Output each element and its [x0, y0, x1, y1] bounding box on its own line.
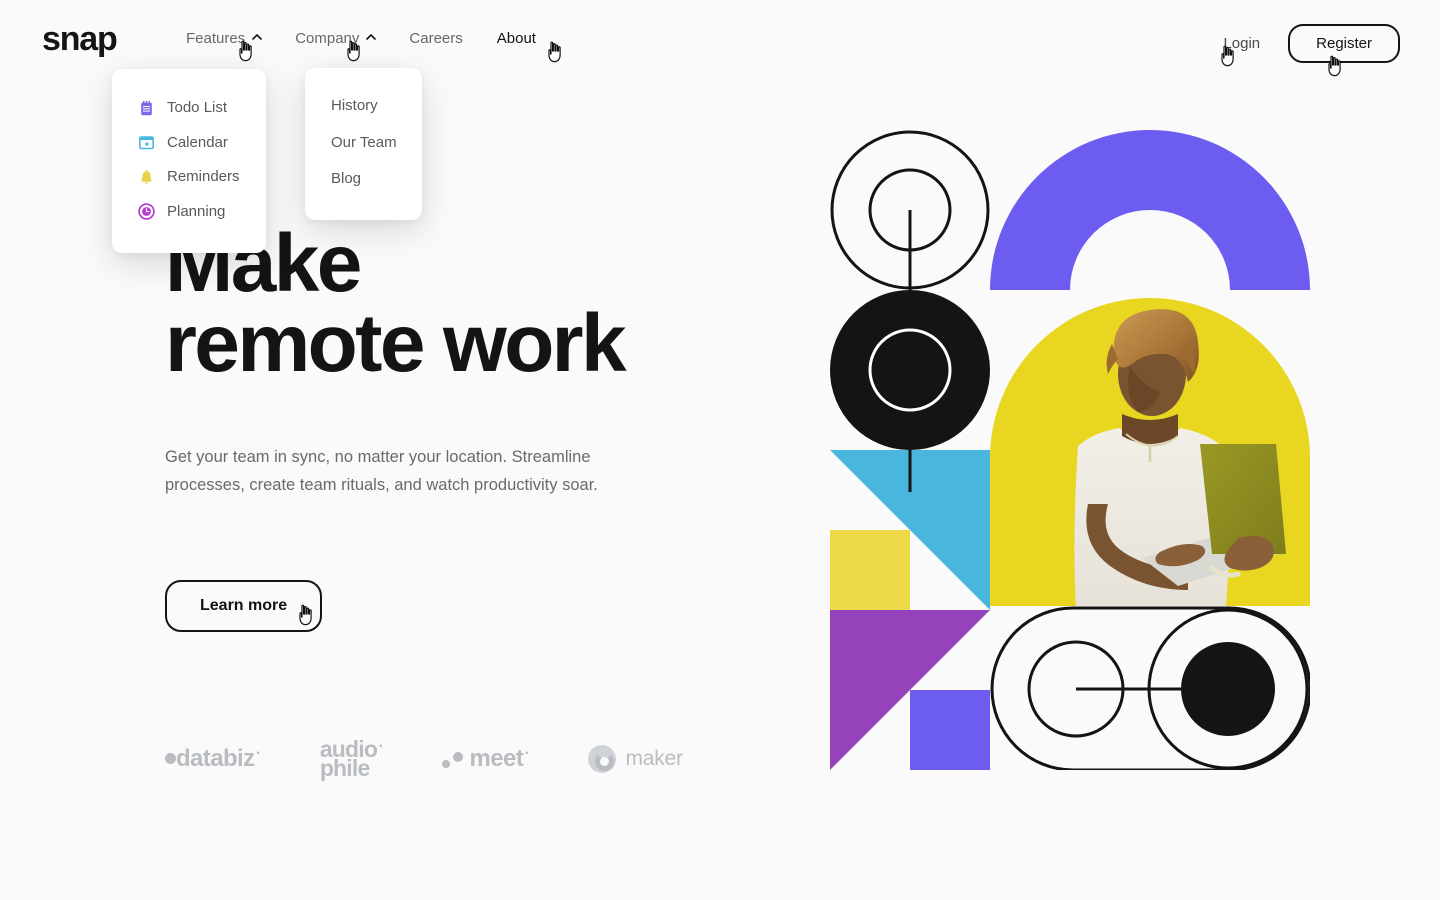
- menu-item-reminders[interactable]: Reminders: [112, 160, 266, 195]
- nav-item-about[interactable]: About: [497, 31, 536, 46]
- hero-description: Get your team in sync, no matter your lo…: [165, 448, 598, 494]
- main-navigation: Features Company Careers About: [186, 31, 570, 46]
- nav-item-features[interactable]: Features: [186, 30, 263, 47]
- chevron-up-icon: [366, 33, 377, 42]
- hero-title-line-2: remote work: [165, 298, 627, 390]
- client-logo-meet: meet ·: [442, 739, 530, 773]
- nav-label-features: Features: [186, 30, 246, 47]
- clock-icon: [138, 203, 155, 221]
- databiz-accent-icon: ·: [254, 738, 262, 764]
- client-label-maker: maker: [625, 746, 683, 770]
- brand-logo[interactable]: snap: [42, 22, 118, 56]
- black-filled-circle: [830, 290, 990, 450]
- maker-mark-icon: [588, 744, 617, 773]
- meet-dots-icon: [442, 749, 466, 769]
- nav-label-company: Company: [295, 30, 360, 47]
- chevron-up-icon: [252, 33, 263, 42]
- menu-label-todo-list: Todo List: [167, 99, 228, 116]
- client-logo-maker: maker: [588, 744, 683, 773]
- client-label-meet: meet: [469, 744, 524, 772]
- menu-item-history[interactable]: History: [305, 88, 422, 125]
- features-dropdown-menu: Todo List Calendar Reminders Planning: [112, 69, 266, 253]
- yellow-square-shape: [830, 530, 910, 610]
- company-dropdown-menu: History Our Team Blog: [305, 68, 422, 220]
- client-label-databiz: databiz: [176, 744, 255, 772]
- bell-icon: [138, 169, 155, 186]
- nav-item-company[interactable]: Company: [295, 30, 377, 47]
- menu-item-our-team[interactable]: Our Team: [305, 125, 422, 162]
- login-button[interactable]: Login: [1213, 29, 1270, 58]
- nav-label-about: About: [496, 30, 536, 47]
- client-label-audiophile-bottom: phile: [319, 754, 370, 781]
- calendar-icon: [138, 134, 155, 151]
- register-button[interactable]: Register: [1288, 24, 1400, 63]
- stadium-outline-shape: [990, 606, 1310, 770]
- client-logo-audiophile: audio phile ·: [319, 732, 385, 781]
- hero-artwork-svg: [830, 130, 1310, 770]
- purple-arch-shape: [990, 130, 1310, 290]
- hero-artwork: [830, 128, 1310, 770]
- landing-page: snap Features Company Careers About Logi…: [0, 0, 1440, 900]
- nav-item-careers[interactable]: Careers: [409, 31, 462, 46]
- person-photo: [990, 298, 1310, 606]
- menu-label-calendar: Calendar: [167, 133, 228, 151]
- auth-actions: Login Register: [1213, 24, 1400, 63]
- menu-label-blog: Blog: [331, 170, 362, 187]
- audiophile-accent-icon: ·: [377, 731, 385, 757]
- client-logo-databiz: databiz ·: [165, 739, 262, 773]
- menu-item-blog[interactable]: Blog: [305, 161, 422, 198]
- nav-label-careers: Careers: [409, 30, 463, 47]
- databiz-dot-icon: [165, 753, 176, 765]
- menu-label-planning: Planning: [167, 202, 226, 220]
- menu-label-history: History: [331, 97, 378, 114]
- todo-list-icon: [138, 100, 155, 117]
- client-logo-list: databiz · audio phile · meet · maker: [165, 732, 683, 781]
- menu-item-planning[interactable]: Planning: [112, 195, 266, 230]
- menu-item-calendar[interactable]: Calendar: [112, 126, 266, 161]
- menu-item-todo-list[interactable]: Todo List: [112, 91, 266, 126]
- menu-label-our-team: Our Team: [331, 133, 397, 151]
- learn-more-button[interactable]: Learn more: [165, 580, 323, 632]
- meet-accent-icon: ·: [523, 738, 531, 764]
- blue-square-shape: [910, 690, 990, 770]
- menu-label-reminders: Reminders: [167, 168, 240, 185]
